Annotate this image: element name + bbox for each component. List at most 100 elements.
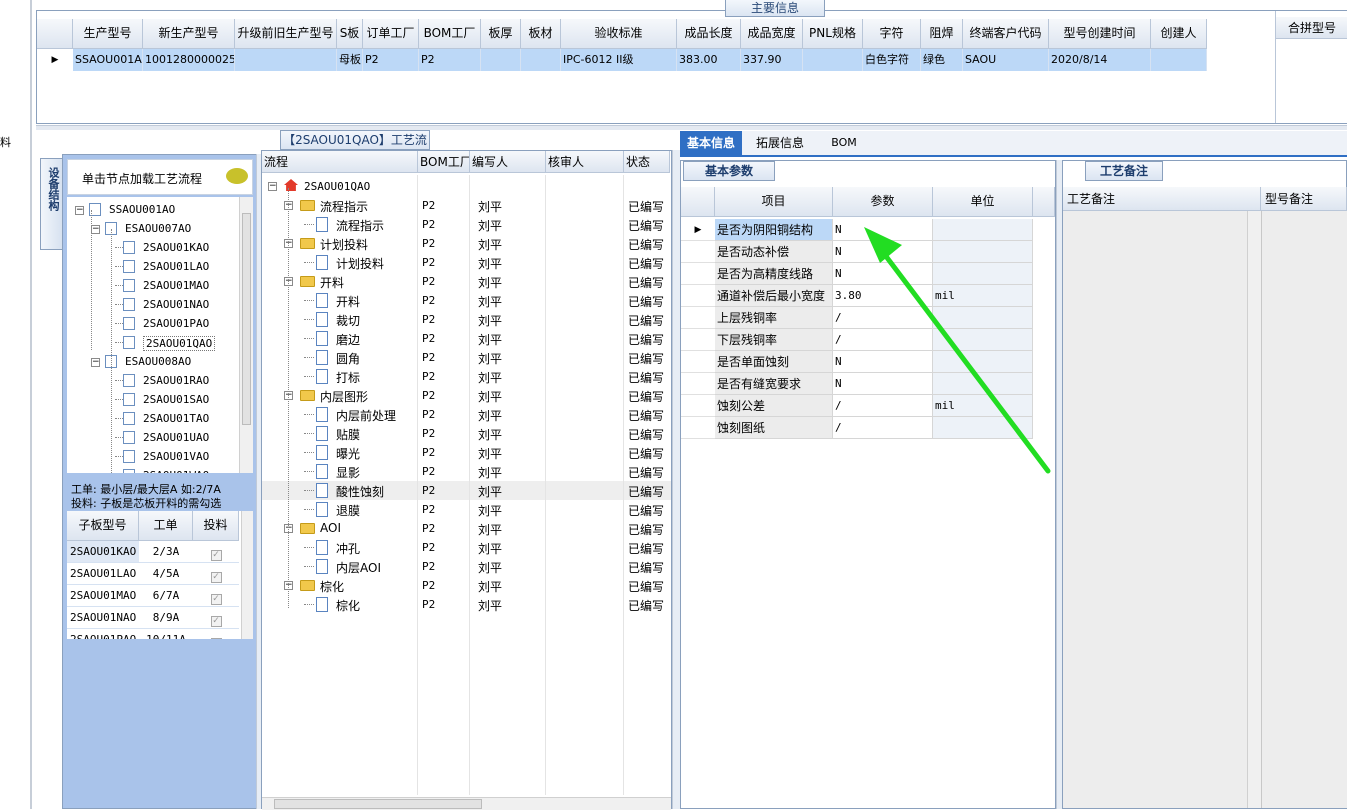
process-row[interactable]: − 计划投料 P2 刘平 已编写	[262, 234, 671, 253]
process-row[interactable]: − 棕化 P2 刘平 已编写	[262, 576, 671, 595]
horizontal-splitter[interactable]	[36, 125, 1347, 130]
process-row[interactable]: − 流程指示 P2 刘平 已编写	[262, 196, 671, 215]
main-cell[interactable]	[481, 49, 521, 71]
main-cell[interactable]: 383.00	[677, 49, 741, 71]
feed-checkbox[interactable]: ✓	[210, 594, 222, 605]
tree-node[interactable]: 2SAOU01KAO	[67, 239, 239, 257]
model-note-area[interactable]	[1261, 211, 1347, 808]
process-note-area[interactable]	[1063, 211, 1247, 808]
feed-checkbox[interactable]: ✓	[210, 616, 222, 627]
main-cell[interactable]	[521, 49, 561, 71]
feed-cell[interactable]: ✓	[193, 607, 239, 629]
sub-board-model[interactable]: 2SAOU01PAO	[67, 629, 139, 639]
main-cell[interactable]	[235, 49, 337, 71]
main-cell[interactable]: P2	[419, 49, 481, 71]
process-row[interactable]: 冲孔 P2 刘平 已编写	[262, 538, 671, 557]
feed-checkbox[interactable]: ✓	[210, 572, 222, 583]
feed-cell[interactable]: ✓	[193, 629, 239, 639]
expand-collapse-icon[interactable]: −	[75, 206, 84, 215]
tab-0[interactable]: 基本信息	[680, 131, 742, 155]
tree-node[interactable]: 2SAOU01RAO	[67, 372, 239, 390]
process-row[interactable]: 曝光 P2 刘平 已编写	[262, 443, 671, 462]
process-row[interactable]: 贴膜 P2 刘平 已编写	[262, 424, 671, 443]
main-cell[interactable]: P2	[363, 49, 419, 71]
sub-grid-scrollbar[interactable]	[241, 511, 253, 639]
process-row[interactable]: − AOI P2 刘平 已编写	[262, 519, 671, 538]
param-item[interactable]: 是否为高精度线路	[715, 263, 833, 285]
process-tree-grid[interactable]: −2SAOU01QAO − 流程指示 P2 刘平 已编写 流程指示 P2 刘平 已编写 − 计划投料 P…	[262, 175, 671, 795]
tree-node[interactable]: 2SAOU01SAO	[67, 391, 239, 409]
main-cell[interactable]	[1151, 49, 1207, 71]
sub-board-order[interactable]: 8/9A	[139, 607, 193, 629]
process-row[interactable]: 退膜 P2 刘平 已编写	[262, 500, 671, 519]
tree-node[interactable]: 2SAOU01WAO	[67, 467, 239, 473]
process-row[interactable]: 计划投料 P2 刘平 已编写	[262, 253, 671, 272]
main-cell[interactable]: SAOU	[963, 49, 1049, 71]
tree-node[interactable]: 2SAOU01TAO	[67, 410, 239, 428]
param-item[interactable]: 是否有缝宽要求	[715, 373, 833, 395]
process-row[interactable]: 磨边 P2 刘平 已编写	[262, 329, 671, 348]
main-cell[interactable]: 白色字符	[863, 49, 921, 71]
tree-node[interactable]: 2SAOU01VAO	[67, 448, 239, 466]
structure-tree[interactable]: − SSAOU001AO − ESAOU007AO 2SAOU01KAO 2SAOU01L…	[67, 197, 253, 473]
param-item[interactable]: 是否单面蚀刻	[715, 351, 833, 373]
sub-board-model[interactable]: 2SAOU01NAO	[67, 607, 139, 629]
process-row[interactable]: 圆角 P2 刘平 已编写	[262, 348, 671, 367]
process-note-scrollbar[interactable]	[1247, 211, 1261, 808]
feed-cell[interactable]: ✓	[193, 541, 239, 563]
tree-node[interactable]: − ESAOU007AO	[67, 220, 239, 238]
middle-splitter[interactable]	[672, 150, 680, 809]
process-hscroll-thumb[interactable]	[274, 799, 482, 809]
expand-collapse-icon[interactable]: −	[91, 225, 100, 234]
vertical-tab-device-structure[interactable]: 设备结构	[40, 158, 62, 250]
sub-board-order[interactable]: 4/5A	[139, 563, 193, 585]
process-row[interactable]: − 内层图形 P2 刘平 已编写	[262, 386, 671, 405]
tree-hint-bar[interactable]: 单击节点加载工艺流程	[67, 159, 253, 195]
main-cell[interactable]: 10012800000250	[143, 49, 235, 71]
main-cell[interactable]: SSAOU001AO	[73, 49, 143, 71]
main-cell[interactable]: 337.90	[741, 49, 803, 71]
tab-1[interactable]: 拓展信息	[744, 131, 816, 155]
feed-cell[interactable]: ✓	[193, 585, 239, 607]
process-row[interactable]: 打标 P2 刘平 已编写	[262, 367, 671, 386]
tree-node[interactable]: 2SAOU01NAO	[67, 296, 239, 314]
tree-scroll-thumb[interactable]	[242, 213, 251, 425]
process-row[interactable]: 开料 P2 刘平 已编写	[262, 291, 671, 310]
process-hscrollbar[interactable]	[262, 797, 671, 810]
process-row[interactable]: − 开料 P2 刘平 已编写	[262, 272, 671, 291]
process-row[interactable]: 裁切 P2 刘平 已编写	[262, 310, 671, 329]
param-item[interactable]: 上层残铜率	[715, 307, 833, 329]
tree-node[interactable]: 2SAOU01QAO	[67, 334, 239, 352]
param-item[interactable]: 是否为阴阳铜结构	[715, 219, 833, 241]
sub-board-model[interactable]: 2SAOU01MAO	[67, 585, 139, 607]
param-item[interactable]: 通道补偿后最小宽度	[715, 285, 833, 307]
process-row[interactable]: 流程指示 P2 刘平 已编写	[262, 215, 671, 234]
process-row[interactable]: 酸性蚀刻 P2 刘平 已编写	[262, 481, 671, 500]
param-item[interactable]: 是否动态补偿	[715, 241, 833, 263]
tree-node[interactable]: 2SAOU01MAO	[67, 277, 239, 295]
main-info-row[interactable]: ▶ SSAOU001AO 10012800000250 母板 P2 P2 IPC-6012 …	[37, 49, 1207, 71]
tab-2[interactable]: BOM	[818, 131, 870, 155]
process-row[interactable]: 内层前处理 P2 刘平 已编写	[262, 405, 671, 424]
expand-collapse-icon[interactable]: −	[268, 182, 277, 191]
process-row[interactable]: 内层AOI P2 刘平 已编写	[262, 557, 671, 576]
feed-cell[interactable]: ✓	[193, 563, 239, 585]
process-root-row[interactable]: − 2SAOU01QAO	[262, 177, 671, 196]
tree-node[interactable]: − SSAOU001AO	[67, 201, 239, 219]
process-row[interactable]: 显影 P2 刘平 已编写	[262, 462, 671, 481]
process-row[interactable]: 棕化 P2 刘平 已编写	[262, 595, 671, 614]
sub-board-model[interactable]: 2SAOU01LAO	[67, 563, 139, 585]
param-item[interactable]: 下层残铜率	[715, 329, 833, 351]
main-cell[interactable]: 绿色	[921, 49, 963, 71]
sub-board-order[interactable]: 6/7A	[139, 585, 193, 607]
main-cell[interactable]: 母板	[337, 49, 363, 71]
sub-board-order[interactable]: 2/3A	[139, 541, 193, 563]
feed-checkbox[interactable]: ✓	[210, 550, 222, 561]
tree-node[interactable]: 2SAOU01LAO	[67, 258, 239, 276]
expand-collapse-icon[interactable]: −	[91, 358, 100, 367]
main-cell[interactable]: IPC-6012 II级	[561, 49, 677, 71]
main-cell[interactable]	[803, 49, 863, 71]
tree-node[interactable]: − ESAOU008AO	[67, 353, 239, 371]
tree-node[interactable]: 2SAOU01PAO	[67, 315, 239, 333]
main-cell[interactable]: 2020/8/14	[1049, 49, 1151, 71]
